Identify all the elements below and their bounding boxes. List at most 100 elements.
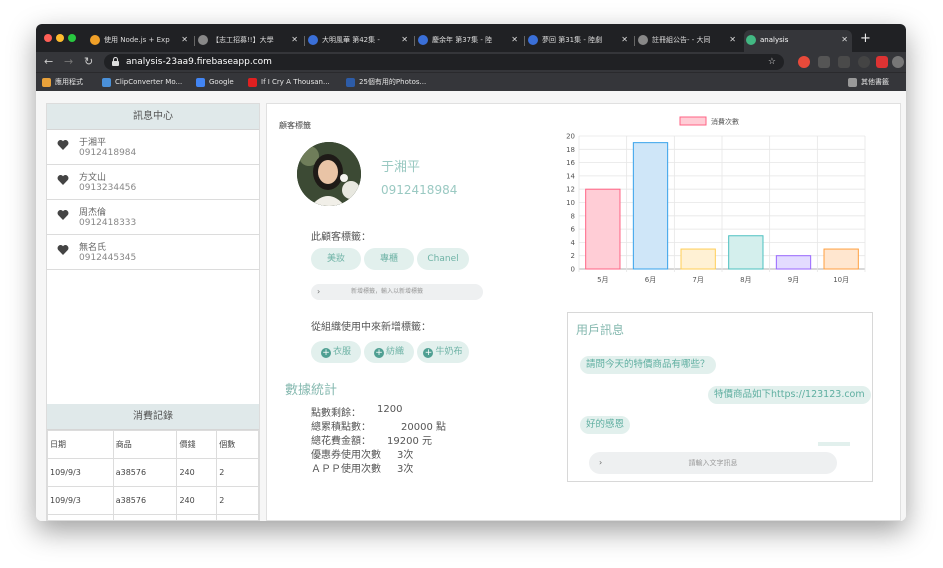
tag-input[interactable]: › 新增標籤，輸入以新增標籤 bbox=[311, 284, 483, 300]
close-icon[interactable]: ✕ bbox=[291, 30, 298, 50]
contact-item[interactable]: 周杰倫 0912418333 bbox=[47, 200, 259, 235]
x-tick-label: 7月 bbox=[692, 276, 703, 284]
google-icon bbox=[196, 78, 205, 87]
close-icon[interactable]: ✕ bbox=[511, 30, 518, 50]
table-cell: 2 bbox=[216, 486, 259, 515]
close-window-button[interactable] bbox=[44, 34, 52, 42]
chart-bar[interactable] bbox=[775, 255, 812, 270]
bookmark-item[interactable]: Google bbox=[196, 73, 234, 92]
customer-name: 于湘平 bbox=[381, 160, 421, 175]
contact-phone: 0912445345 bbox=[79, 253, 137, 263]
table-cell: 240 bbox=[176, 458, 218, 487]
column-header: 價錢 bbox=[176, 430, 218, 459]
avatar bbox=[297, 142, 361, 206]
x-tick-label: 9月 bbox=[788, 276, 799, 284]
bookmark-label: Google bbox=[209, 78, 234, 86]
stat-label: ＡＰＰ使用次數 bbox=[311, 464, 381, 475]
bubble-overflow bbox=[818, 442, 850, 446]
chart-legend[interactable]: 消費次數 bbox=[679, 116, 739, 126]
back-icon[interactable]: ← bbox=[44, 54, 53, 70]
browser-tab[interactable]: 大明風華 第42集 - ✕ bbox=[306, 30, 412, 52]
contact-name: 于湘平 bbox=[79, 138, 107, 148]
chart-bar[interactable] bbox=[680, 248, 716, 270]
tab-title: 大明風華 第42集 - bbox=[322, 36, 380, 44]
minimize-window-button[interactable] bbox=[56, 34, 64, 42]
apps-grid-icon bbox=[42, 78, 51, 87]
close-icon[interactable]: ✕ bbox=[401, 30, 408, 50]
forward-icon[interactable]: → bbox=[64, 54, 73, 70]
chart-bar[interactable] bbox=[585, 188, 621, 270]
table-cell: 2 bbox=[216, 458, 259, 487]
profile-avatar[interactable] bbox=[892, 56, 904, 68]
contact-item[interactable]: 無名氏 0912445345 bbox=[47, 235, 259, 270]
globe-icon bbox=[638, 35, 648, 45]
close-icon[interactable]: ✕ bbox=[181, 30, 188, 50]
chart-bar[interactable] bbox=[632, 142, 669, 270]
browser-tab[interactable]: 慶余年 第37集 - 陸 ✕ bbox=[416, 30, 522, 52]
purchase-bar-chart: 消費次數 0 2 4 6 8 10 12 14 16 18 20 5月 6月 7月 8月 9月 10月 bbox=[566, 116, 866, 284]
add-org-tag-button[interactable]: + 紡織 bbox=[364, 341, 414, 363]
browser-tab[interactable]: 使用 Node.js + Exp ✕ bbox=[88, 30, 192, 52]
folder-icon bbox=[848, 78, 857, 87]
tab-title: 註冊組公告- - 大同 bbox=[652, 36, 711, 44]
maximize-window-button[interactable] bbox=[68, 34, 76, 42]
chart-bar[interactable] bbox=[823, 248, 859, 270]
add-org-tag-button[interactable]: + 衣服 bbox=[311, 341, 361, 363]
other-bookmarks[interactable]: 其他書籤 bbox=[848, 73, 889, 92]
org-tag-label: 衣服 bbox=[332, 347, 351, 357]
vue-logo-icon bbox=[746, 35, 756, 45]
bookmark-item[interactable]: 應用程式 bbox=[42, 73, 83, 92]
photoshop-icon bbox=[346, 78, 355, 87]
contact-item[interactable]: 方文山 0913234456 bbox=[47, 165, 259, 200]
close-icon[interactable]: ✕ bbox=[841, 30, 848, 50]
chart-bar[interactable] bbox=[728, 235, 764, 270]
plus-icon: + bbox=[373, 348, 384, 358]
bookmark-item[interactable]: ClipConverter Mo... bbox=[102, 73, 182, 92]
tab-title: 慶余年 第37集 - 陸 bbox=[432, 36, 493, 44]
bookmark-label: 應用程式 bbox=[55, 78, 83, 86]
table-cell: 240 bbox=[176, 514, 218, 521]
tab-title: analysis bbox=[760, 36, 789, 44]
chat-input[interactable]: › 請輸入文字訊息 bbox=[589, 452, 837, 474]
bookmark-item[interactable]: If I Cry A Thousan... bbox=[248, 73, 330, 92]
star-icon[interactable]: ☆ bbox=[768, 54, 776, 70]
add-org-tag-button[interactable]: + 牛奶布 bbox=[417, 341, 469, 363]
extension-icon[interactable] bbox=[818, 56, 830, 68]
browser-tab[interactable]: analysis ✕ bbox=[744, 30, 852, 52]
x-tick-label: 5月 bbox=[597, 276, 608, 284]
extension-icon[interactable] bbox=[858, 56, 870, 68]
chat-message: 特價商品如下https://123123.com bbox=[708, 386, 871, 404]
tv-logo-icon bbox=[418, 35, 428, 45]
extension-icon[interactable] bbox=[838, 56, 850, 68]
left-sidebar: 訊息中心 于湘平 0912418984 方文山 0913234456 周杰倫 091241… bbox=[46, 103, 260, 521]
address-bar[interactable]: analysis-23aa9.firebaseapp.com ☆ bbox=[104, 54, 784, 70]
close-icon[interactable]: ✕ bbox=[621, 30, 628, 50]
clip-icon bbox=[102, 78, 111, 87]
browser-tab[interactable]: 夢回 第31集 - 陸劇 ✕ bbox=[526, 30, 632, 52]
bookmark-item[interactable]: 25個有用的Photos... bbox=[346, 73, 426, 92]
stat-value: 19200 元 bbox=[387, 436, 432, 447]
extension-icon[interactable] bbox=[798, 56, 810, 68]
stat-label: 總累積點數： bbox=[311, 422, 371, 433]
customer-tag[interactable]: 美妝 bbox=[311, 248, 361, 270]
y-tick-label: 20 bbox=[566, 133, 575, 141]
browser-tab[interactable]: 【志工招募!!】大學 ✕ bbox=[196, 30, 302, 52]
reload-icon[interactable]: ↻ bbox=[84, 54, 93, 70]
new-tab-button[interactable]: + bbox=[860, 30, 871, 48]
extension-icon[interactable] bbox=[876, 56, 888, 68]
y-tick-label: 0 bbox=[571, 266, 575, 274]
x-tick-label: 10月 bbox=[833, 276, 849, 284]
x-tick-label: 6月 bbox=[645, 276, 656, 284]
orange-circle-icon bbox=[90, 35, 100, 45]
customer-tag[interactable]: 專櫃 bbox=[364, 248, 414, 270]
customer-tag[interactable]: Chanel bbox=[417, 248, 469, 270]
customer-tags-label: 此顧客標籤： bbox=[311, 232, 371, 243]
stat-label: 優惠券使用次數 bbox=[311, 450, 381, 461]
contact-item[interactable]: 于湘平 0912418984 bbox=[47, 130, 259, 165]
browser-tab[interactable]: 註冊組公告- - 大同 ✕ bbox=[636, 30, 740, 52]
heart-icon bbox=[57, 175, 69, 185]
close-icon[interactable]: ✕ bbox=[729, 30, 736, 50]
table-row: 109/9/3a385762402 bbox=[47, 514, 259, 521]
contact-name: 周杰倫 bbox=[79, 208, 107, 218]
stat-label: 點數剩餘： bbox=[311, 408, 361, 419]
